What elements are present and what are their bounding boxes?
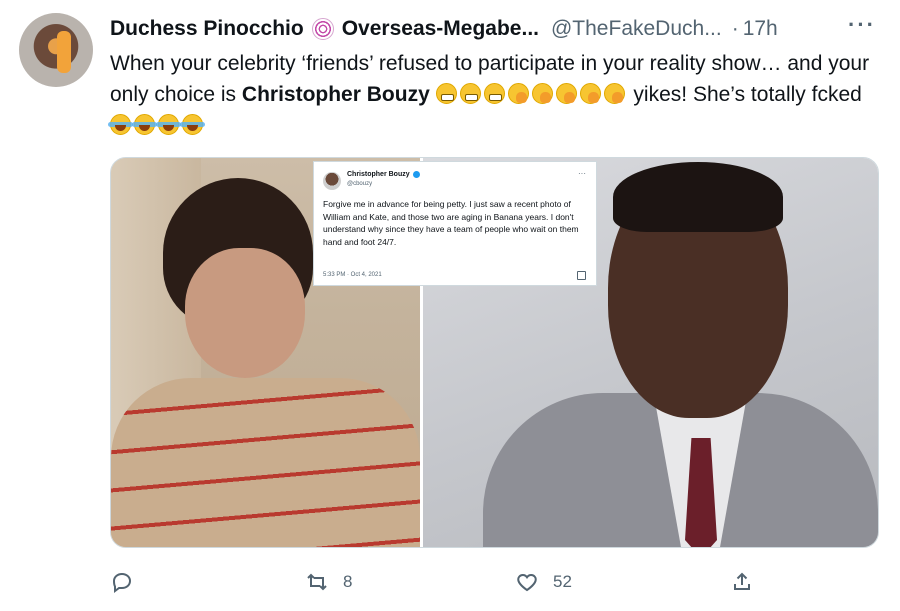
embedded-grid-icon bbox=[577, 271, 586, 280]
retweet-button[interactable]: 8 bbox=[305, 570, 352, 594]
author-avatar[interactable] bbox=[19, 13, 93, 87]
author-handle[interactable]: @TheFakeDuch... bbox=[551, 17, 722, 41]
face-with-hand-over-mouth-icon bbox=[603, 83, 625, 104]
embedded-timestamp: 5:33 PM · Oct 4, 2021 bbox=[323, 272, 382, 278]
photo-face bbox=[185, 248, 305, 378]
face-with-hand-over-mouth-icon bbox=[531, 83, 553, 104]
tweet-text: When your celebrity ‘friends’ refused to… bbox=[108, 48, 880, 141]
face-with-tears-of-joy-icon bbox=[180, 114, 205, 135]
reply-icon bbox=[112, 572, 132, 593]
face-with-tears-of-joy-icon bbox=[156, 114, 181, 135]
more-options-icon[interactable]: ··· bbox=[848, 12, 876, 38]
avatar-image-detail bbox=[57, 31, 71, 73]
retweet-icon bbox=[307, 573, 327, 591]
tweet-header: Duchess Pinocchio Overseas-Megabe... @Th… bbox=[110, 14, 880, 44]
share-button[interactable] bbox=[730, 570, 754, 594]
like-button[interactable]: 52 bbox=[515, 570, 572, 594]
embedded-tweet-text: Forgive me in advance for being petty. I… bbox=[323, 199, 579, 247]
embedded-author: Christopher Bouzy bbox=[347, 171, 420, 178]
photo-hair-top bbox=[613, 162, 783, 232]
face-with-tears-of-joy-icon bbox=[108, 114, 133, 135]
grimacing-face-icon bbox=[483, 83, 505, 104]
tweet-time[interactable]: 17h bbox=[743, 17, 778, 41]
embedded-handle: @cbouzy bbox=[347, 181, 373, 187]
embedded-author-name: Christopher Bouzy bbox=[347, 171, 410, 178]
tweet-actions: 8 52 bbox=[110, 566, 880, 602]
author-name-extra[interactable]: Overseas-Megabe... bbox=[342, 17, 539, 41]
embedded-avatar bbox=[323, 172, 341, 190]
author-name[interactable]: Duchess Pinocchio bbox=[110, 17, 304, 41]
share-icon bbox=[734, 572, 750, 590]
embedded-tweet-screenshot: Christopher Bouzy @cbouzy ··· Forgive me… bbox=[313, 161, 597, 286]
embedded-more-icon: ··· bbox=[578, 169, 586, 178]
retweet-count: 8 bbox=[343, 572, 353, 591]
separator-dot: · bbox=[731, 17, 739, 40]
tweet-text-part2: yikes! She’s totally fcked bbox=[627, 83, 862, 106]
face-with-tears-of-joy-icon bbox=[132, 114, 157, 135]
mentioned-name: Christopher Bouzy bbox=[241, 83, 430, 106]
reply-button[interactable] bbox=[110, 570, 148, 594]
photo-sweater bbox=[111, 378, 420, 547]
face-with-hand-over-mouth-icon bbox=[555, 83, 577, 104]
verified-badge-icon bbox=[412, 171, 420, 178]
like-count: 52 bbox=[553, 572, 572, 591]
grimacing-face-icon bbox=[459, 83, 481, 104]
grimacing-face-icon bbox=[435, 83, 457, 104]
face-with-hand-over-mouth-icon bbox=[579, 83, 601, 104]
heart-icon bbox=[517, 573, 537, 592]
face-with-hand-over-mouth-icon bbox=[507, 83, 529, 104]
lollipop-icon bbox=[311, 18, 334, 40]
